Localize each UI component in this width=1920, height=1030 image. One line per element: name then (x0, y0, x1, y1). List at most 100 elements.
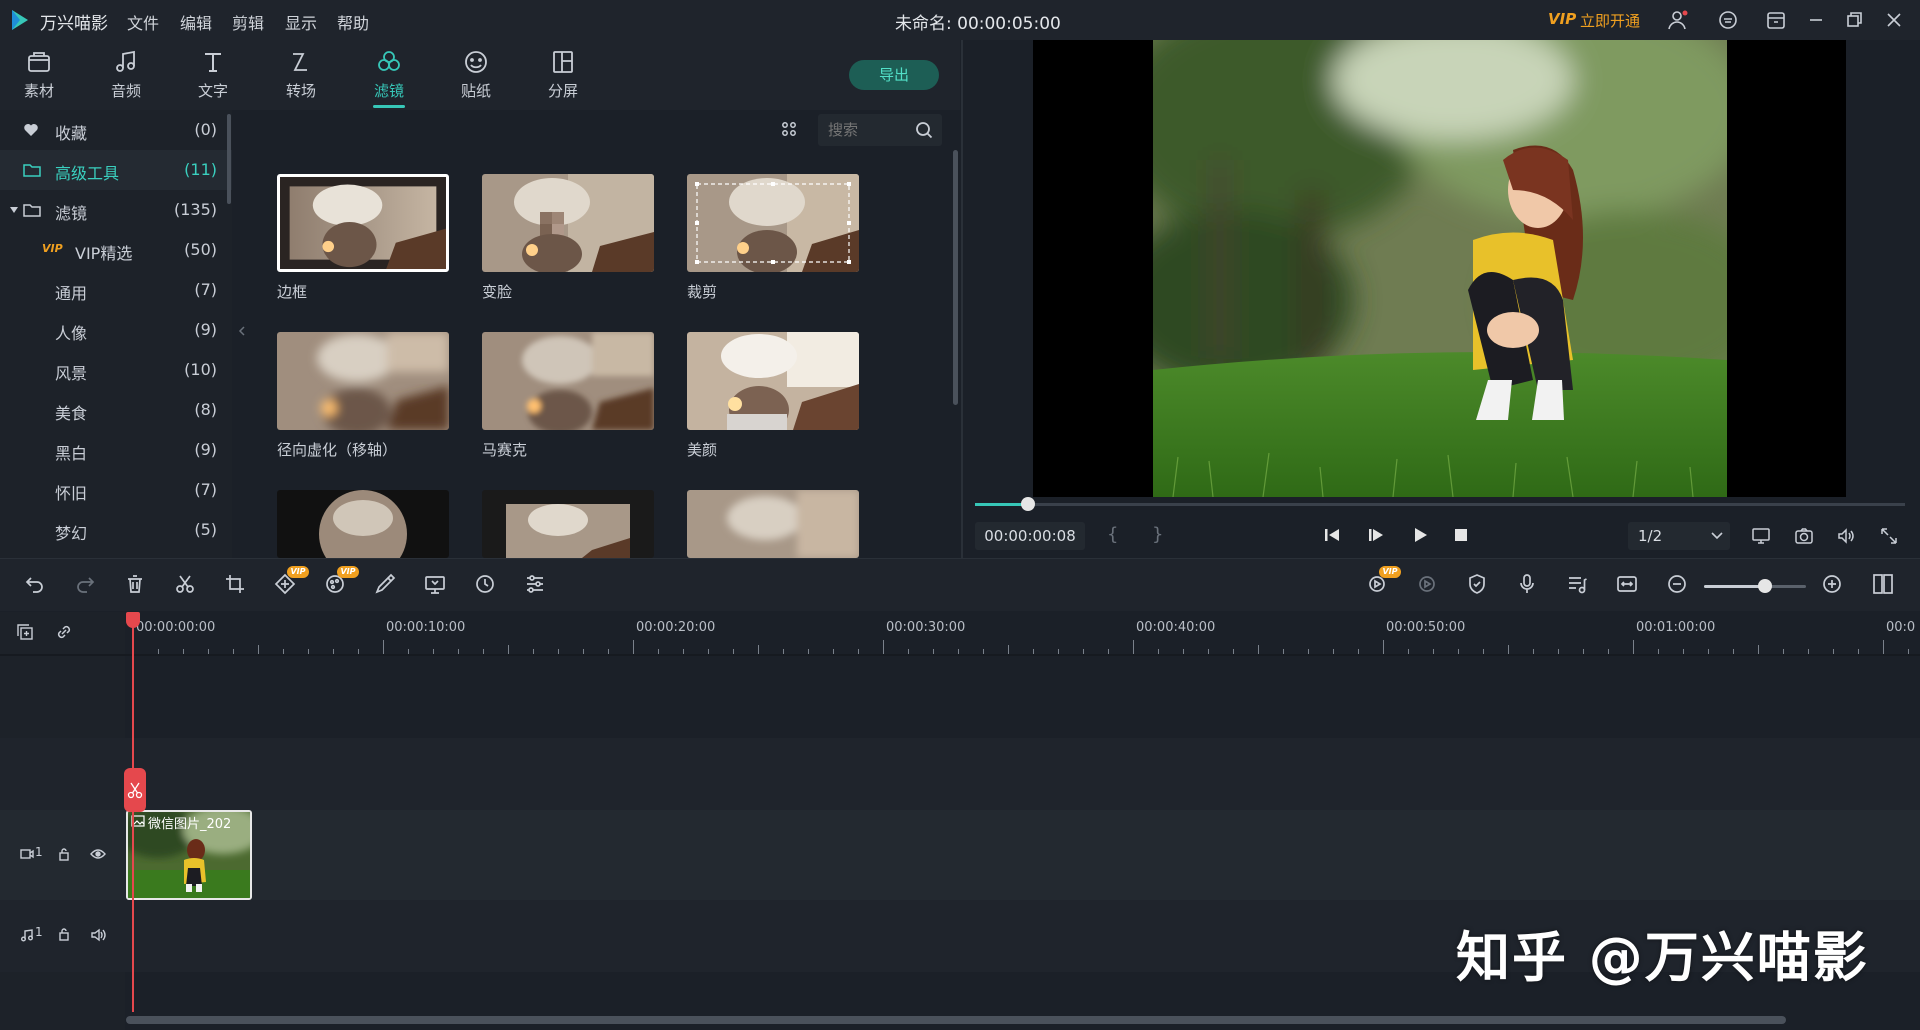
stop-icon[interactable] (1453, 527, 1469, 543)
step-back-icon[interactable] (1323, 526, 1341, 544)
play-icon[interactable] (1411, 526, 1429, 544)
menu-view[interactable]: 显示 (285, 10, 317, 34)
category-black-white[interactable]: 黑白 (9) (0, 430, 232, 470)
menu-help[interactable]: 帮助 (337, 10, 369, 34)
store-icon[interactable] (1764, 8, 1788, 32)
microphone-icon[interactable] (1515, 572, 1539, 596)
marker-shield-icon[interactable] (1465, 572, 1489, 596)
timeline-horizontal-scrollbar[interactable] (126, 1016, 1786, 1024)
monitor-icon[interactable] (1751, 526, 1771, 546)
playback-progress-track[interactable] (975, 503, 1905, 506)
tab-split-screen[interactable]: 分屏 (531, 46, 595, 106)
filter-thumb-crop[interactable] (687, 174, 859, 272)
category-advanced-tools[interactable]: 高级工具 (11) (0, 150, 232, 190)
category-filters[interactable]: 滤镜 (135) (0, 190, 232, 230)
lock-icon[interactable] (58, 927, 70, 941)
playhead-scissors-button[interactable] (124, 768, 146, 812)
green-screen-icon[interactable] (423, 572, 447, 596)
quality-select[interactable]: 1/2 (1628, 522, 1730, 550)
ruler-tick (1383, 640, 1384, 654)
audio-mixer-icon[interactable] (1565, 572, 1589, 596)
link-icon[interactable] (54, 622, 74, 642)
filter-thumb-face-swap[interactable] (482, 174, 654, 272)
speaker-icon[interactable] (90, 928, 106, 942)
menu-edit[interactable]: 编辑 (180, 10, 212, 34)
export-button[interactable]: 导出 (849, 60, 939, 90)
video-track-row (0, 810, 1920, 900)
step-forward-icon[interactable] (1367, 526, 1385, 544)
tab-text[interactable]: 文字 (181, 46, 245, 106)
tab-transition[interactable]: 转场 (269, 46, 333, 106)
fit-timeline-icon[interactable] (1615, 572, 1639, 596)
crop-icon[interactable] (223, 572, 247, 596)
filter-thumb-beauty[interactable] (687, 332, 859, 430)
ruler-tick (1008, 645, 1009, 654)
filter-thumb-mosaic[interactable] (482, 332, 654, 430)
menu-file[interactable]: 文件 (127, 10, 159, 34)
filter-thumb-letterbox[interactable] (482, 490, 654, 558)
redo-icon[interactable] (73, 572, 97, 596)
tab-media[interactable]: 素材 (7, 46, 71, 106)
undo-icon[interactable] (23, 572, 47, 596)
filter-thumb-blur[interactable] (687, 490, 859, 558)
panel-toggle-icon[interactable] (1871, 572, 1895, 596)
search-box[interactable] (818, 114, 942, 146)
lock-icon[interactable] (58, 847, 70, 861)
timeline-ruler[interactable]: 00:00:00:00 00:00:10:00 00:00:20:00 00:00:3… (125, 612, 1920, 654)
tab-filter[interactable]: 滤镜 (357, 46, 421, 108)
playhead-line[interactable] (132, 616, 134, 1012)
audio-render-icon[interactable]: VIP (1365, 566, 1401, 596)
category-food[interactable]: 美食 (8) (0, 390, 232, 430)
keyframe-icon[interactable]: VIP (273, 566, 309, 596)
adjust-sliders-icon[interactable] (523, 572, 547, 596)
tab-sticker[interactable]: 贴纸 (444, 46, 508, 106)
restore-icon[interactable] (1842, 8, 1866, 32)
minimize-icon[interactable] (1804, 8, 1828, 32)
vip-label[interactable]: VIP (1548, 10, 1576, 28)
category-vintage[interactable]: 怀旧 (7) (0, 470, 232, 510)
category-vip-picks[interactable]: VIP VIP精选 (50) (0, 230, 232, 270)
playhead-handle[interactable] (126, 612, 140, 628)
fullscreen-icon[interactable] (1879, 526, 1899, 546)
category-landscape[interactable]: 风景 (10) (0, 350, 232, 390)
category-portrait[interactable]: 人像 (9) (0, 310, 232, 350)
filter-thumb-tilt-shift[interactable] (277, 332, 449, 430)
expand-triangle-icon[interactable] (9, 205, 19, 215)
grid-view-icon[interactable] (781, 121, 797, 137)
collapse-panel-icon[interactable] (238, 326, 246, 336)
zoom-slider-track[interactable] (1704, 579, 1806, 593)
filter-label: 径向虚化（移轴） (277, 441, 398, 459)
clip-name: 微信图片_202 (148, 817, 232, 832)
color-palette-icon[interactable]: VIP (323, 566, 359, 596)
vip-open-link[interactable]: 立即开通 (1580, 10, 1640, 31)
zoom-out-icon[interactable] (1665, 572, 1689, 596)
color-picker-icon[interactable] (373, 572, 397, 596)
category-favorites[interactable]: 收藏 (0) (0, 110, 232, 150)
scissors-icon[interactable] (173, 572, 197, 596)
playback-progress-knob[interactable] (1021, 497, 1035, 511)
volume-icon[interactable] (1836, 526, 1856, 546)
close-icon[interactable] (1882, 8, 1906, 32)
filter-thumb-border[interactable] (277, 174, 449, 272)
search-input[interactable] (826, 118, 910, 142)
category-dreamy[interactable]: 梦幻 (5) (0, 510, 232, 550)
ruler-label: 00:01:00:00 (1636, 620, 1716, 635)
account-icon[interactable] (1666, 8, 1690, 32)
render-preview-icon[interactable] (1415, 572, 1439, 596)
snapshot-camera-icon[interactable] (1794, 526, 1814, 546)
add-track-icon[interactable] (15, 622, 35, 642)
category-general[interactable]: 通用 (7) (0, 270, 232, 310)
eye-icon[interactable] (90, 848, 106, 860)
menu-clip[interactable]: 剪辑 (232, 10, 264, 34)
mark-in-button[interactable]: { (1107, 524, 1118, 545)
sidebar-scrollbar[interactable] (227, 114, 231, 204)
mark-out-button[interactable]: } (1152, 524, 1163, 545)
filter-thumb-vignette[interactable] (277, 490, 449, 558)
filter-grid-scrollbar[interactable] (953, 150, 958, 405)
zoom-in-icon[interactable] (1820, 572, 1844, 596)
delete-icon[interactable] (123, 572, 147, 596)
feedback-icon[interactable] (1716, 8, 1740, 32)
speed-clock-icon[interactable] (473, 572, 497, 596)
search-icon[interactable] (914, 120, 934, 140)
tab-audio[interactable]: 音频 (94, 46, 158, 106)
